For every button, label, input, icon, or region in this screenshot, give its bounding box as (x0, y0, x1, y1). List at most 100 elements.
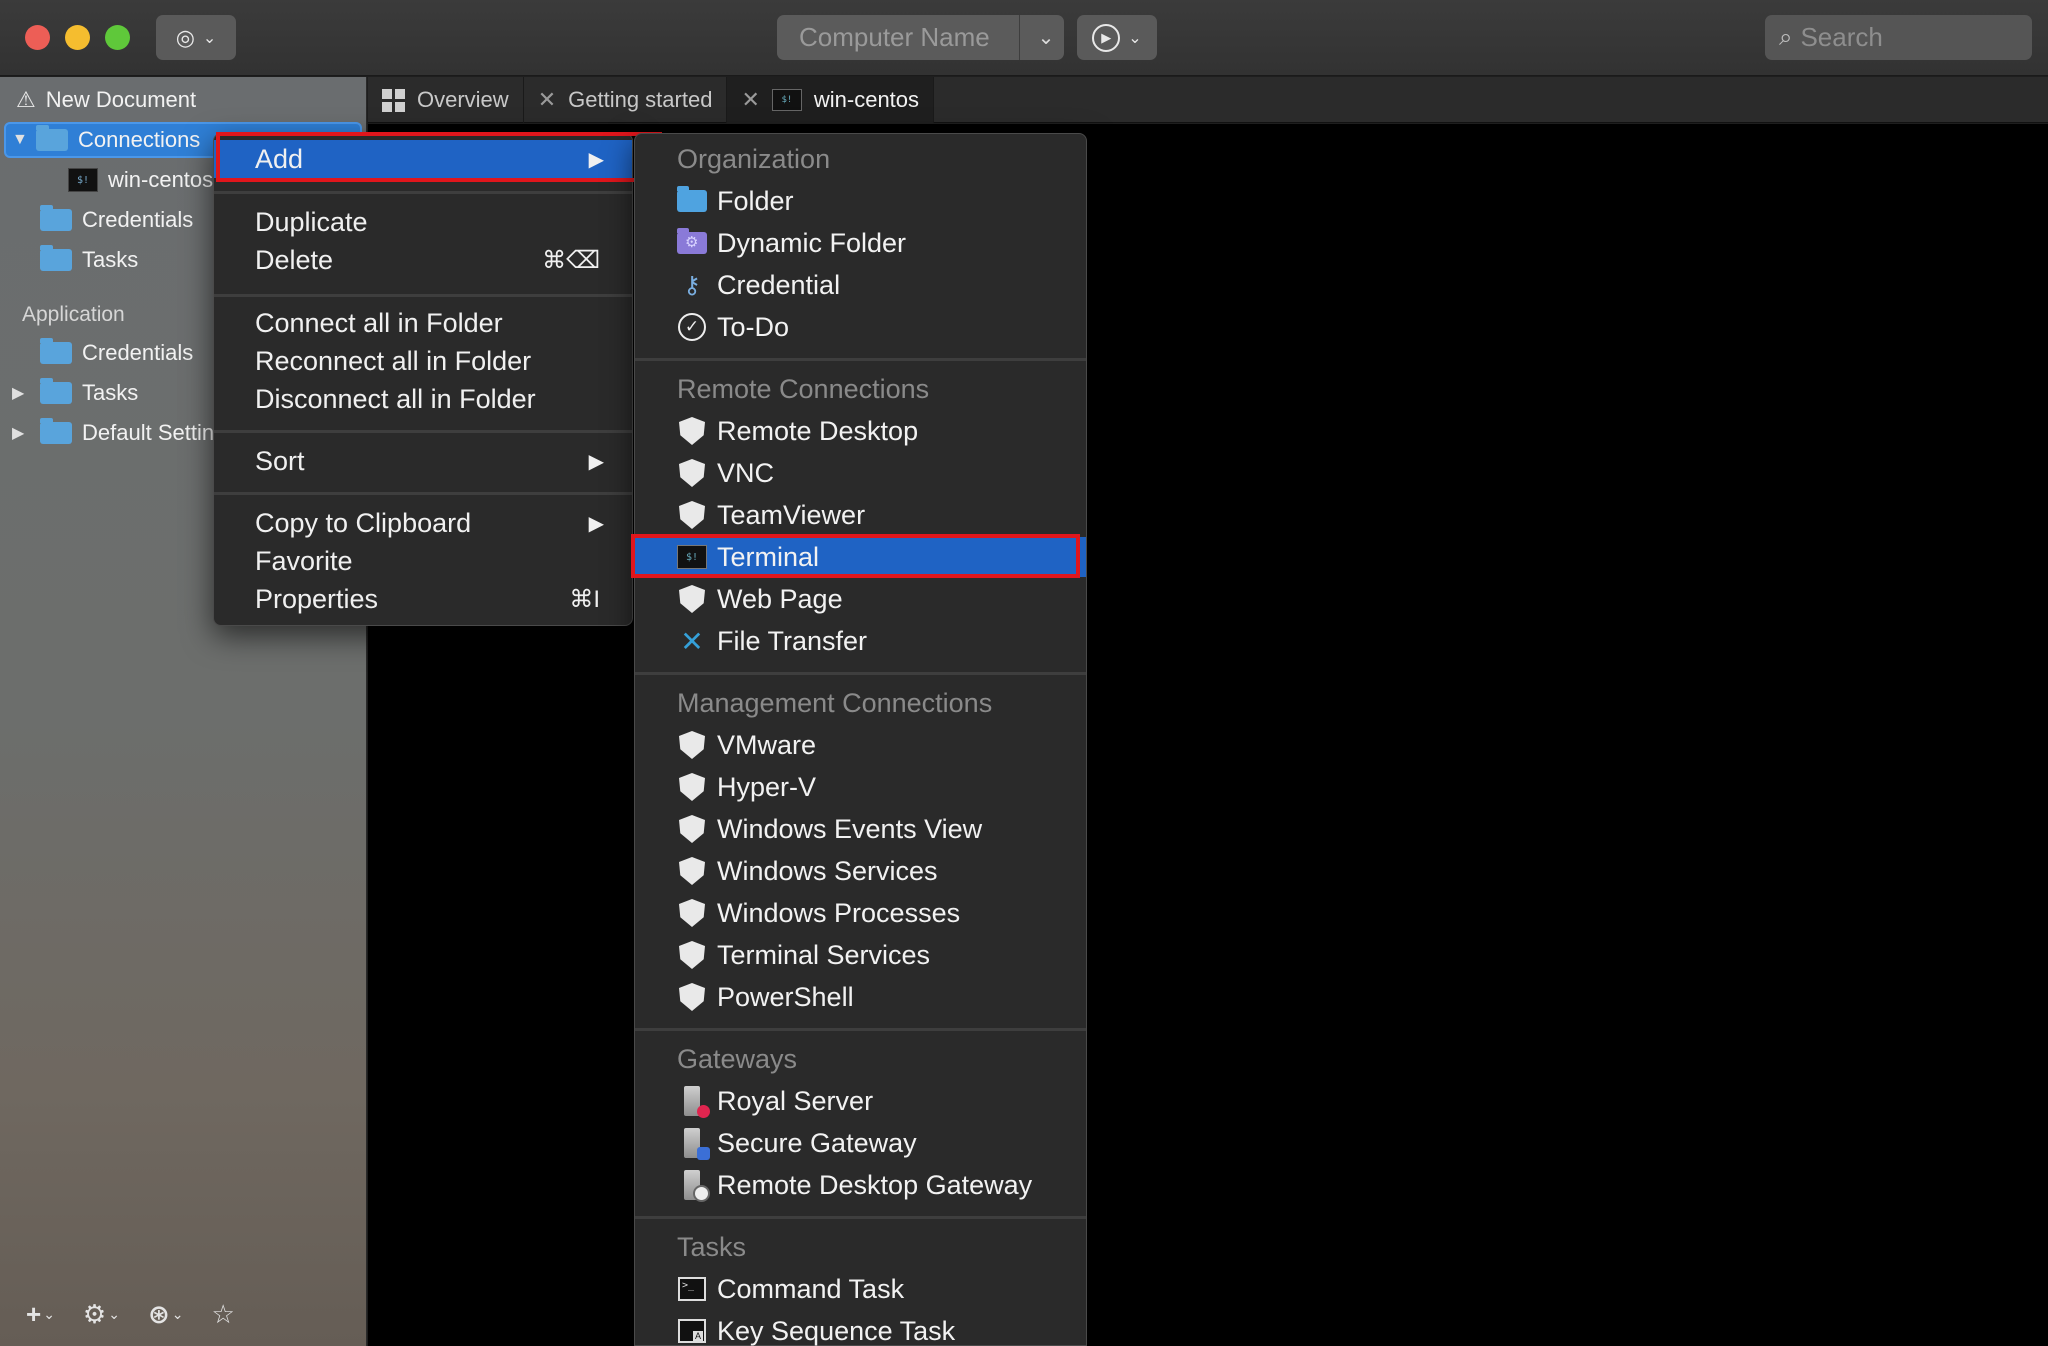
menu-separator (214, 430, 632, 433)
submenu-item-terminal-services[interactable]: Terminal Services (635, 935, 1086, 975)
submenu-item-to-do[interactable]: ✓ To-Do (635, 307, 1086, 347)
context-menu: Add ▶ Duplicate Delete ⌘⌫ Connect all in… (213, 133, 633, 626)
shield-icon (679, 857, 705, 885)
folder-icon (40, 418, 72, 444)
computer-name-field[interactable]: Computer Name ⌄ (777, 15, 1064, 60)
submenu-item-web-page[interactable]: Web Page (635, 579, 1086, 619)
submenu-item-label: Web Page (717, 583, 843, 614)
tab-win-centos[interactable]: ✕ $! win-centos (727, 77, 935, 123)
sidebar-item-connections[interactable]: ▼ Connections (0, 121, 200, 159)
menu-item-copy-to-clipboard[interactable]: Copy to Clipboard ▶ (214, 504, 632, 542)
chevron-down-icon: ⌄ (202, 29, 217, 47)
search-input[interactable]: Search (1800, 22, 1882, 53)
play-button[interactable]: ▶ ⌄ (1077, 15, 1157, 60)
sidebar-item-credentials[interactable]: Credentials (40, 201, 193, 239)
section-header-remote-connections: Remote Connections (677, 374, 930, 404)
settings-menu-button[interactable]: ⚙ ⌄ (83, 1299, 120, 1330)
submenu-item-credential[interactable]: ⚷ Credential (635, 265, 1086, 305)
sidebar-item-label: Tasks (82, 380, 139, 405)
connect-action-button[interactable]: ◎ ⌄ (156, 15, 236, 60)
sync-icon: ⊛ (147, 1299, 170, 1329)
tab-label: Getting started (568, 87, 713, 112)
sync-menu-button[interactable]: ⊛ ⌄ (148, 1299, 184, 1330)
sidebar-item-tasks[interactable]: Tasks (40, 241, 138, 279)
submenu-arrow-icon: ▶ (588, 148, 604, 171)
submenu-item-windows-events-view[interactable]: Windows Events View (635, 809, 1086, 849)
close-icon[interactable]: ✕ (741, 87, 759, 113)
search-field[interactable]: ⌕ Search (1765, 15, 2032, 60)
shield-icon (679, 815, 705, 843)
submenu-item-windows-services[interactable]: Windows Services (635, 851, 1086, 891)
computer-name-input[interactable]: Computer Name (777, 15, 1021, 60)
submenu-item-label: Remote Desktop (717, 415, 919, 446)
submenu-item-vnc[interactable]: VNC (635, 453, 1086, 493)
submenu-item-teamviewer[interactable]: TeamViewer (635, 495, 1086, 535)
submenu-item-dynamic-folder[interactable]: Dynamic Folder (635, 223, 1086, 263)
star-icon: ☆ (211, 1299, 235, 1329)
close-icon[interactable]: ✕ (538, 87, 556, 113)
maximize-window-button[interactable] (105, 25, 130, 50)
menu-item-sort[interactable]: Sort ▶ (214, 442, 632, 480)
sidebar-item-win-centos[interactable]: $! win-centos (68, 161, 213, 199)
shield-icon (679, 983, 705, 1011)
sidebar-item-label: win-centos (108, 167, 214, 192)
disclosure-triangle-closed-icon[interactable]: ▶ (12, 423, 32, 443)
menu-item-connect-all[interactable]: Connect all in Folder (214, 304, 632, 342)
submenu-item-label: Remote Desktop Gateway (717, 1169, 1033, 1200)
titlebar: ◎ ⌄ Computer Name ⌄ ▶ ⌄ ⌕ Search (0, 0, 2048, 76)
submenu-item-hyper-v[interactable]: Hyper-V (635, 767, 1086, 807)
search-icon: ⌕ (1779, 23, 1793, 51)
shield-icon (679, 941, 705, 969)
add-menu-button[interactable]: + ⌄ (26, 1299, 55, 1330)
chevron-down-icon[interactable]: ⌄ (1028, 25, 1064, 50)
submenu-item-remote-desktop-gateway[interactable]: Remote Desktop Gateway (635, 1165, 1086, 1205)
disclosure-triangle-open-icon[interactable]: ▼ (12, 131, 32, 149)
menu-item-label: Copy to Clipboard (255, 507, 472, 538)
favorite-button[interactable]: ☆ (212, 1299, 235, 1330)
menu-item-add[interactable]: Add ▶ (214, 140, 632, 178)
menu-item-properties[interactable]: Properties ⌘I (214, 580, 632, 618)
tab-overview[interactable]: Overview (368, 77, 524, 123)
submenu-item-file-transfer[interactable]: ✕ File Transfer (635, 621, 1086, 661)
menu-item-favorite[interactable]: Favorite (214, 542, 632, 580)
sidebar-item-app-credentials[interactable]: Credentials (40, 334, 193, 372)
sidebar-item-app-tasks[interactable]: ▶ Tasks (0, 374, 138, 412)
document-header[interactable]: ⚠ New Document (0, 81, 196, 119)
tab-getting-started[interactable]: ✕ Getting started (524, 77, 728, 123)
menu-item-reconnect-all[interactable]: Reconnect all in Folder (214, 342, 632, 380)
submenu-item-vmware[interactable]: VMware (635, 725, 1086, 765)
menu-separator (635, 358, 1086, 361)
submenu-item-label: Terminal (717, 541, 820, 572)
shield-icon (679, 773, 705, 801)
section-header-organization: Organization (677, 144, 831, 174)
submenu-item-secure-gateway[interactable]: Secure Gateway (635, 1123, 1086, 1163)
submenu-item-folder[interactable]: Folder (635, 181, 1086, 221)
submenu-item-key-sequence-task[interactable]: Key Sequence Task (635, 1311, 1086, 1346)
section-header-management-connections: Management Connections (677, 688, 993, 718)
submenu-item-label: File Transfer (717, 625, 868, 656)
menu-item-disconnect-all[interactable]: Disconnect all in Folder (214, 380, 632, 418)
submenu-item-label: Royal Server (717, 1085, 874, 1116)
dynamic-folder-icon (677, 228, 707, 254)
section-header-tasks: Tasks (677, 1232, 747, 1262)
shield-icon (679, 585, 705, 613)
minimize-window-button[interactable] (65, 25, 90, 50)
terminal-icon: $! (771, 89, 802, 111)
menu-item-duplicate[interactable]: Duplicate (214, 203, 632, 241)
submenu-item-command-task[interactable]: >_ Command Task (635, 1269, 1086, 1309)
disclosure-triangle-closed-icon[interactable]: ▶ (12, 383, 32, 403)
submenu-item-label: Windows Processes (717, 897, 961, 928)
submenu-item-label: TeamViewer (717, 499, 866, 530)
play-icon: ▶ (1092, 23, 1121, 52)
warning-icon: ⚠ (16, 87, 36, 112)
submenu-item-label: Terminal Services (717, 939, 931, 970)
submenu-item-windows-processes[interactable]: Windows Processes (635, 893, 1086, 933)
menu-item-delete[interactable]: Delete ⌘⌫ (214, 241, 632, 279)
close-window-button[interactable] (25, 25, 50, 50)
submenu-item-remote-desktop[interactable]: Remote Desktop (635, 411, 1086, 451)
submenu-item-terminal[interactable]: $! Terminal (635, 537, 1086, 577)
submenu-item-label: PowerShell (717, 981, 854, 1012)
submenu-item-royal-server[interactable]: Royal Server (635, 1081, 1086, 1121)
sidebar-item-default-settings[interactable]: ▶ Default Settings (0, 414, 237, 452)
submenu-item-powershell[interactable]: PowerShell (635, 977, 1086, 1017)
